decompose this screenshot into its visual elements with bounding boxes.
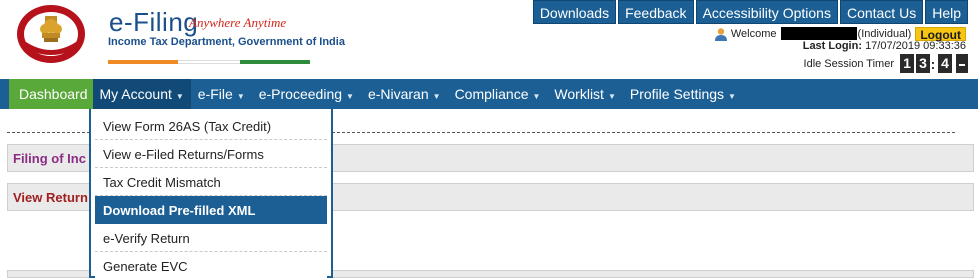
chevron-down-icon: ▼	[175, 92, 184, 101]
menu-item-everify-return[interactable]: e-Verify Return	[95, 224, 327, 252]
contact-us-link[interactable]: Contact Us	[839, 0, 924, 24]
timer-digit: 4	[938, 54, 952, 73]
menu-item-tax-credit-mismatch[interactable]: Tax Credit Mismatch	[95, 168, 327, 196]
timer-colon: :	[930, 55, 936, 72]
logout-button[interactable]: Logout	[915, 26, 966, 42]
department-name: Income Tax Department, Government of Ind…	[108, 36, 345, 48]
timer-digit: 1	[900, 54, 914, 73]
idle-timer-label: Idle Session Timer	[803, 57, 894, 70]
nav-label: Worklist	[554, 86, 604, 102]
my-account-dropdown: View Form 26AS (Tax Credit) View e-Filed…	[89, 109, 333, 278]
chevron-down-icon: ▼	[607, 92, 616, 101]
menu-item-download-prefilled-xml[interactable]: Download Pre-filled XML	[95, 196, 327, 224]
tricolor-bar	[108, 51, 310, 64]
nav-label: Dashboard	[19, 86, 88, 102]
nav-label: Profile Settings	[629, 86, 725, 102]
chevron-down-icon: ▼	[346, 92, 354, 101]
chevron-down-icon: ▼	[532, 92, 541, 101]
page: e-Filing Anywhere Anytime Income Tax Dep…	[0, 0, 978, 278]
chevron-down-icon: ▼	[432, 92, 441, 101]
nav-label: e-Nivaran	[367, 86, 429, 102]
nav-label: Compliance	[454, 86, 529, 102]
nav-compliance[interactable]: Compliance ▼	[448, 79, 548, 109]
top-links: Downloads Feedback Accessibility Options…	[531, 0, 968, 24]
nav-my-account[interactable]: My Account ▼	[92, 79, 191, 109]
nav-profile-settings[interactable]: Profile Settings ▼	[623, 79, 743, 109]
accessibility-options-link[interactable]: Accessibility Options	[695, 0, 838, 24]
chevron-down-icon: ▼	[728, 92, 736, 101]
nav-worklist[interactable]: Worklist ▼	[547, 79, 622, 109]
nav-e-file[interactable]: e-File ▼	[191, 79, 252, 109]
nav-e-proceeding[interactable]: e-Proceeding ▼	[252, 79, 361, 109]
emblem-logo	[17, 5, 85, 63]
nav-label: e-File	[197, 86, 233, 102]
nav-e-nivaran[interactable]: e-Nivaran ▼	[361, 79, 448, 109]
menu-item-view-form-26as[interactable]: View Form 26AS (Tax Credit)	[95, 112, 327, 140]
menu-item-view-efiled-returns[interactable]: View e-Filed Returns/Forms	[95, 140, 327, 168]
main-nav: Dashboard My Account ▼ e-File ▼ e-Proceedi…	[0, 79, 978, 109]
welcome-line: Welcome (Individual) Logout	[714, 26, 966, 42]
site-tagline: Anywhere Anytime	[189, 15, 287, 30]
site-title: e-Filing	[109, 7, 199, 37]
nav-label: e-Proceeding	[258, 86, 343, 102]
menu-item-generate-evc[interactable]: Generate EVC	[95, 252, 327, 278]
chevron-down-icon: ▼	[236, 92, 245, 101]
redacted-username	[780, 27, 857, 40]
timer-digit: 3	[916, 54, 930, 73]
user-role: (Individual)	[857, 27, 912, 40]
downloads-link[interactable]: Downloads	[532, 0, 617, 24]
welcome-label: Welcome	[730, 27, 777, 40]
feedback-link[interactable]: Feedback	[618, 0, 694, 24]
last-login: Last Login: 17/07/2019 09:33:36	[803, 40, 966, 52]
user-icon	[714, 27, 727, 41]
nav-dashboard[interactable]: Dashboard	[9, 79, 93, 109]
help-link[interactable]: Help	[925, 0, 968, 24]
nav-label: My Account	[99, 86, 172, 102]
idle-session-timer: Idle Session Timer 1 3 : 4	[804, 54, 968, 73]
timer-scroll-icon[interactable]	[956, 54, 968, 73]
last-login-value: 17/07/2019 09:33:36	[865, 40, 966, 52]
last-login-label: Last Login:	[802, 40, 862, 52]
